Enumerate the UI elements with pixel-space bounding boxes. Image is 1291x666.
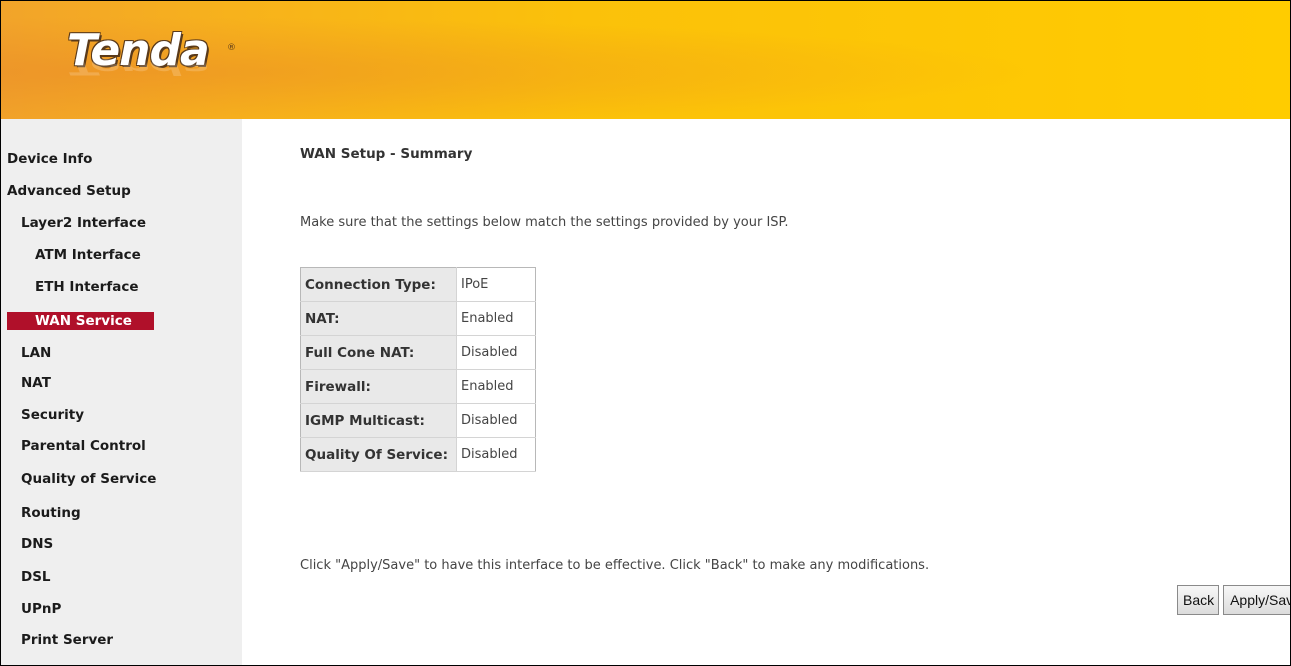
sidebar-nav: Device Info Advanced Setup Layer2 Interf… <box>1 119 242 665</box>
wan-summary-table: Connection Type: IPoE NAT: Enabled Full … <box>300 267 536 472</box>
table-row: Quality Of Service: Disabled <box>300 437 536 472</box>
firewall-label: Firewall: <box>300 369 457 404</box>
sidebar-item-atm-interface[interactable]: ATM Interface <box>35 244 141 266</box>
logo-reflection: Tenda <box>67 53 209 80</box>
table-row: Full Cone NAT: Disabled <box>300 335 536 370</box>
sidebar-item-lan[interactable]: LAN <box>21 342 51 364</box>
sidebar-item-dsl[interactable]: DSL <box>21 566 51 588</box>
connection-type-value: IPoE <box>456 267 536 302</box>
sidebar-item-wan-service[interactable]: WAN Service <box>7 312 154 330</box>
connection-type-label: Connection Type: <box>300 267 457 302</box>
main-content: WAN Setup - Summary Make sure that the s… <box>242 119 1290 665</box>
sidebar-item-security[interactable]: Security <box>21 404 84 426</box>
sidebar-item-advanced-setup[interactable]: Advanced Setup <box>7 180 131 202</box>
registered-mark: ® <box>227 43 236 53</box>
header-banner: Tenda ® Tenda <box>1 1 1290 119</box>
table-row: Connection Type: IPoE <box>300 267 536 302</box>
apply-instructions: Click "Apply/Save" to have this interfac… <box>300 558 930 573</box>
igmp-multicast-value: Disabled <box>456 403 536 438</box>
nat-label: NAT: <box>300 301 457 336</box>
sidebar-item-dns[interactable]: DNS <box>21 533 53 555</box>
sidebar-item-quality-of-service[interactable]: Quality of Service <box>21 468 156 490</box>
router-admin-window: Tenda ® Tenda Device Info Advanced Setup… <box>0 0 1291 666</box>
sidebar-item-print-server[interactable]: Print Server <box>21 629 113 651</box>
igmp-multicast-label: IGMP Multicast: <box>300 403 457 438</box>
firewall-value: Enabled <box>456 369 536 404</box>
sidebar-item-nat[interactable]: NAT <box>21 372 51 394</box>
full-cone-nat-value: Disabled <box>456 335 536 370</box>
back-button[interactable]: Back <box>1177 585 1219 615</box>
sidebar-item-upnp[interactable]: UPnP <box>21 598 61 620</box>
sidebar-item-layer2-interface[interactable]: Layer2 Interface <box>21 212 146 234</box>
sidebar-item-routing[interactable]: Routing <box>21 502 81 524</box>
intro-text: Make sure that the settings below match … <box>300 215 789 230</box>
sidebar-item-parental-control[interactable]: Parental Control <box>21 435 146 457</box>
full-cone-nat-label: Full Cone NAT: <box>300 335 457 370</box>
apply-save-button[interactable]: Apply/Save <box>1223 585 1290 615</box>
table-row: Firewall: Enabled <box>300 369 536 404</box>
page-title: WAN Setup - Summary <box>300 146 473 162</box>
quality-of-service-value: Disabled <box>456 437 536 472</box>
nat-value: Enabled <box>456 301 536 336</box>
table-row: NAT: Enabled <box>300 301 536 336</box>
quality-of-service-label: Quality Of Service: <box>300 437 457 472</box>
table-row: IGMP Multicast: Disabled <box>300 403 536 438</box>
sidebar-item-eth-interface[interactable]: ETH Interface <box>35 276 138 298</box>
sidebar-item-device-info[interactable]: Device Info <box>7 148 92 170</box>
